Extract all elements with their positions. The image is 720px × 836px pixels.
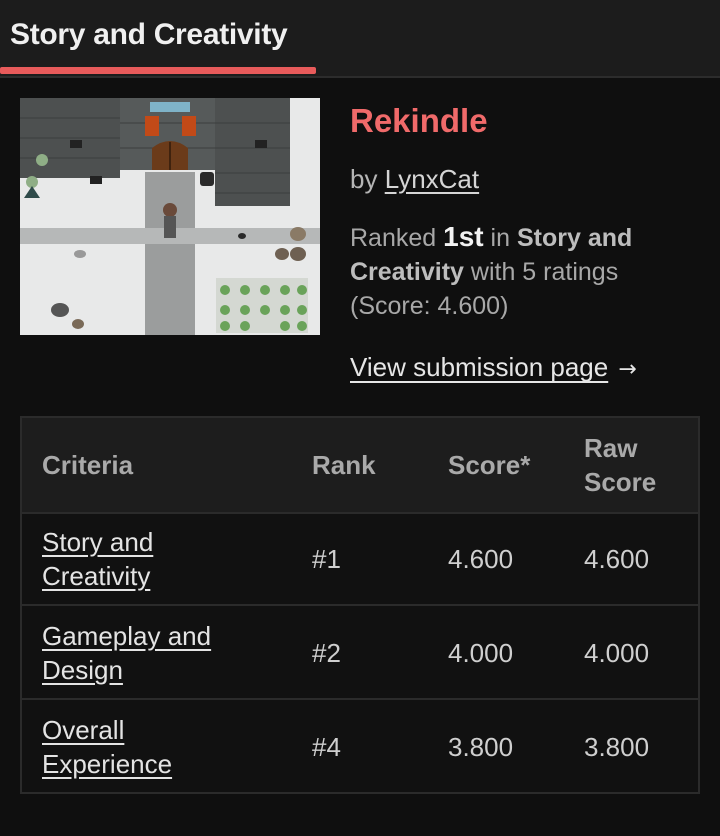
arrow-right-icon: → — [618, 357, 637, 382]
criteria-table: Criteria Rank Score* Raw Score Story and… — [20, 416, 700, 794]
score-cell: 4.000 — [448, 638, 514, 668]
header-rank: Rank — [312, 450, 376, 480]
byline: by LynxCat — [350, 164, 479, 195]
header-raw-score-line1: Raw — [584, 433, 638, 463]
rank-cell: #4 — [312, 732, 341, 762]
criteria-line: Creativity — [42, 561, 151, 591]
header-score: Score* — [448, 450, 531, 480]
header-raw-score-line2: Score — [584, 467, 657, 497]
criteria-line: Overall — [42, 715, 125, 745]
criteria-line: Design — [42, 655, 123, 685]
tab-bar: Story and Creativity — [0, 0, 720, 78]
rank-prefix: Ranked — [350, 224, 437, 252]
score-summary: (Score: 4.600) — [350, 292, 509, 320]
score-cell: 4.600 — [448, 544, 514, 574]
criteria-link[interactable]: Gameplay and Design — [42, 619, 272, 687]
thumbnail-image — [20, 98, 320, 335]
table-row: Overall Experience #4 3.800 3.800 — [22, 700, 698, 794]
ratings-count: with 5 ratings — [470, 258, 619, 286]
criteria-line: Experience — [42, 749, 173, 779]
table-row: Gameplay and Design #2 4.000 4.000 — [22, 606, 698, 700]
tab-label: Story and Creativity — [10, 18, 288, 51]
tab-story-and-creativity[interactable]: Story and Creativity — [0, 0, 318, 76]
game-thumbnail[interactable] — [20, 98, 320, 335]
game-title[interactable]: Rekindle — [350, 102, 488, 140]
raw-score-cell: 4.600 — [584, 544, 650, 574]
criteria-link[interactable]: Overall Experience — [42, 713, 272, 781]
criteria-link[interactable]: Story and Creativity — [42, 525, 272, 593]
raw-score-cell: 3.800 — [584, 732, 650, 762]
by-prefix: by — [350, 164, 378, 194]
criteria-line: Story and — [42, 527, 154, 557]
view-submission-link[interactable]: View submission page → — [350, 352, 637, 383]
score-cell: 3.800 — [448, 732, 514, 762]
view-submission-label: View submission page — [350, 352, 609, 382]
author-link[interactable]: LynxCat — [385, 164, 479, 194]
rank-cell: #1 — [312, 544, 341, 574]
active-tab-indicator — [0, 67, 316, 74]
rank-cell: #2 — [312, 638, 341, 668]
table-row: Story and Creativity #1 4.600 4.600 — [22, 512, 698, 606]
header-criteria: Criteria — [42, 450, 134, 480]
header-raw-score: Raw Score — [584, 431, 656, 499]
table-header: Criteria Rank Score* Raw Score — [22, 418, 698, 514]
rank-summary: Ranked 1st in Story and Creativity with … — [350, 220, 680, 323]
rank-value: 1st — [443, 221, 484, 252]
rank-in: in — [490, 224, 511, 252]
raw-score-cell: 4.000 — [584, 638, 650, 668]
criteria-line: Gameplay and — [42, 621, 212, 651]
